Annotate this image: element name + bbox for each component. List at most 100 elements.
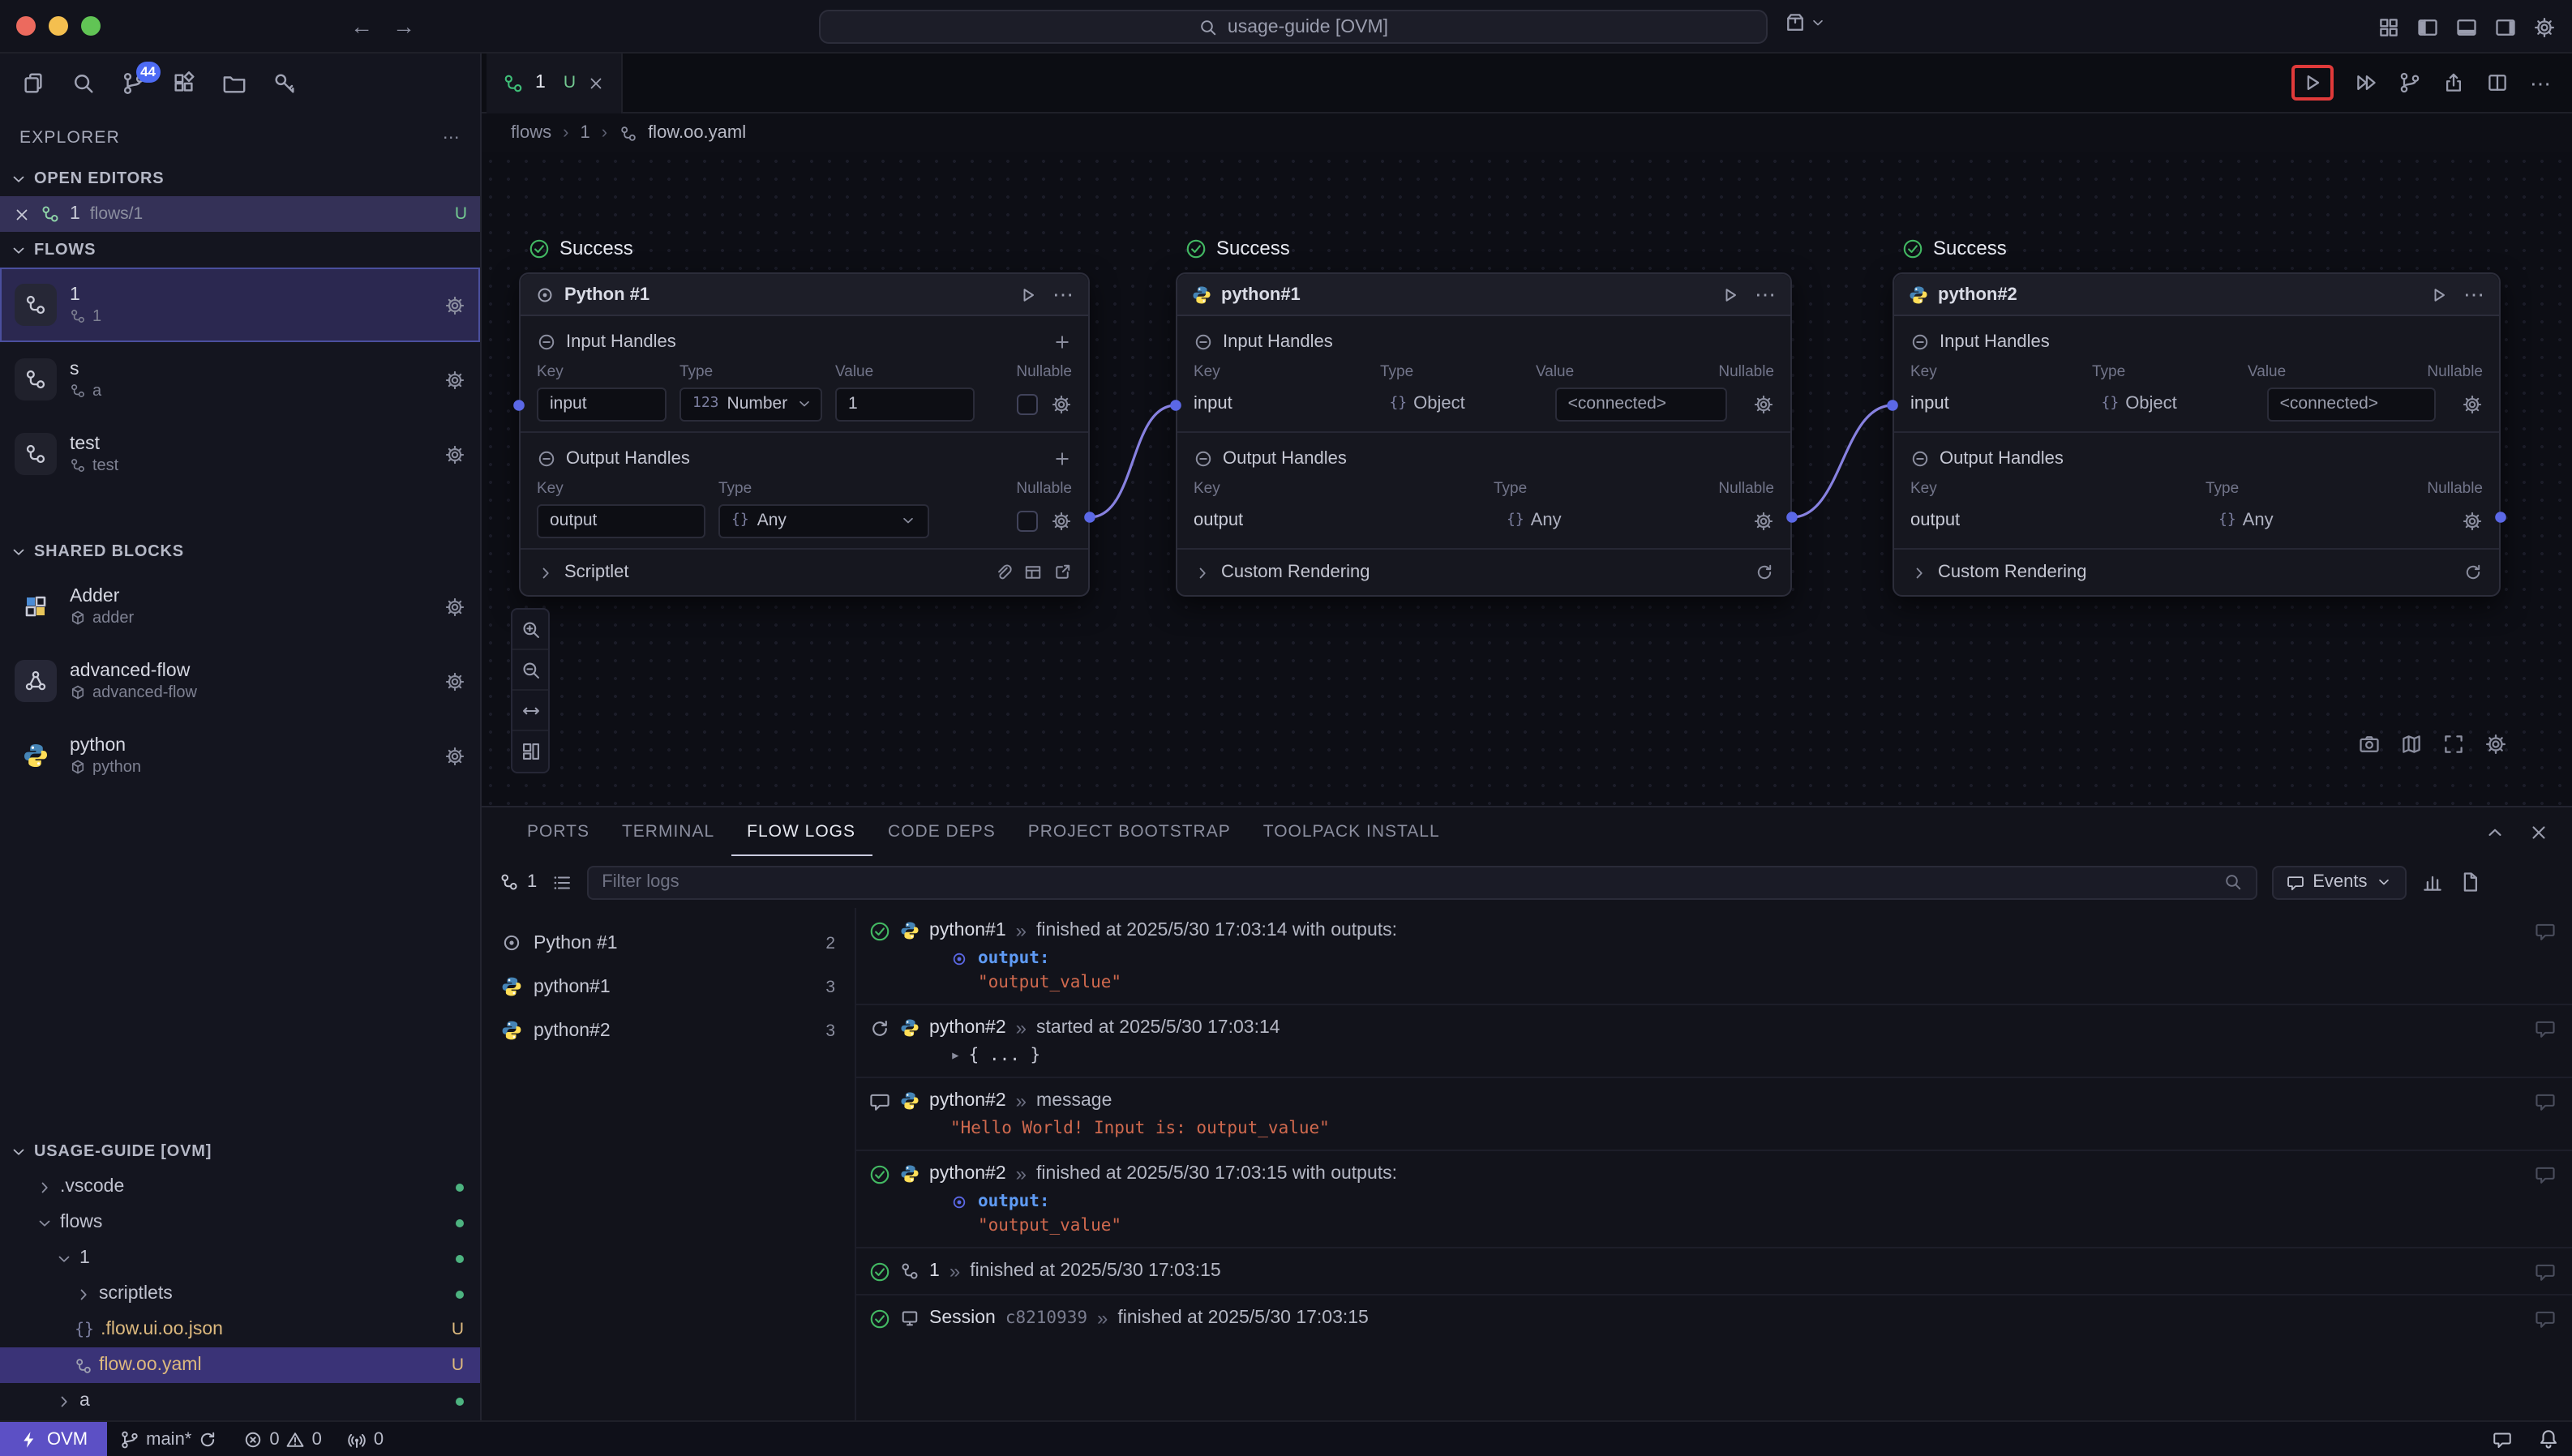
git-branch-item[interactable]: main* <box>107 1422 230 1456</box>
toggle-sidebar-right-icon[interactable] <box>2494 15 2517 38</box>
shared-block-python[interactable]: python python <box>0 718 480 793</box>
node-run-button[interactable] <box>2429 285 2449 304</box>
log-node-item-python2[interactable]: python#2 3 <box>482 1008 855 1052</box>
block-settings-icon[interactable] <box>444 596 465 617</box>
flow-list-item-s[interactable]: s a <box>0 342 480 417</box>
refresh-icon[interactable] <box>1755 563 1774 582</box>
log-entry[interactable]: python#2 » finished at 2025/5/30 17:03:1… <box>856 1150 2572 1247</box>
close-panel-icon[interactable] <box>2528 821 2549 842</box>
maximize-panel-icon[interactable] <box>2484 821 2506 842</box>
command-center-search[interactable]: usage-guide [OVM] <box>819 10 1768 44</box>
fit-view-button[interactable] <box>512 691 548 731</box>
graph-button[interactable] <box>2398 71 2421 94</box>
more-actions-button[interactable]: ⋯ <box>2530 72 2551 93</box>
log-entry[interactable]: Session c8210939 » finished at 2025/5/30… <box>856 1294 2572 1341</box>
flow-canvas[interactable]: Success Success Success Python #1 ⋯ Inpu… <box>482 152 2572 806</box>
tab-toolpack-install[interactable]: TOOLPACK INSTALL <box>1247 807 1456 856</box>
filter-logs-input[interactable] <box>602 872 2223 892</box>
events-dropdown[interactable]: Events <box>2272 865 2406 899</box>
tools-view-button[interactable] <box>268 67 300 100</box>
log-chart-icon[interactable] <box>2421 871 2444 893</box>
notifications-item[interactable] <box>2525 1422 2572 1456</box>
comment-icon[interactable] <box>2535 1308 2556 1330</box>
input-value-field[interactable] <box>835 387 975 421</box>
canvas-settings-icon[interactable] <box>2484 733 2507 756</box>
screenshot-icon[interactable] <box>2358 733 2381 756</box>
tree-item-1[interactable]: 1 <box>0 1240 480 1276</box>
flow-list-item-test[interactable]: test test <box>0 417 480 491</box>
node-more-button[interactable]: ⋯ <box>1052 284 1074 305</box>
flow-settings-icon[interactable] <box>444 294 465 315</box>
tab-code-deps[interactable]: CODE DEPS <box>872 807 1012 856</box>
collapse-section-icon[interactable] <box>537 332 556 352</box>
handle-settings-icon[interactable] <box>1051 393 1072 414</box>
log-list-view-icon[interactable] <box>551 871 572 893</box>
open-editors-header[interactable]: OPEN EDITORS <box>0 161 480 196</box>
input-type-select[interactable]: 123 Number <box>679 387 822 421</box>
flow-selector[interactable]: 1 <box>499 872 537 892</box>
comment-icon[interactable] <box>2535 1018 2556 1039</box>
node-run-button[interactable] <box>1721 285 1740 304</box>
export-log-icon[interactable] <box>2458 871 2481 893</box>
collapse-section-icon[interactable] <box>537 449 556 469</box>
scriptlet-section[interactable]: Scriptlet <box>521 550 1088 595</box>
workspace-section-header[interactable]: USAGE-GUIDE [OVM] <box>0 1133 480 1169</box>
feedback-item[interactable] <box>2480 1422 2525 1456</box>
log-entry[interactable]: 1 » finished at 2025/5/30 17:03:15 <box>856 1247 2572 1294</box>
output-key-field[interactable] <box>537 503 705 537</box>
breadcrumb-sub[interactable]: 1 <box>580 123 589 143</box>
handle-settings-icon[interactable] <box>1753 510 1774 531</box>
refresh-icon[interactable] <box>2463 563 2483 582</box>
customize-layout-icon[interactable] <box>2377 15 2400 38</box>
flow-node-python1[interactable]: python#1 ⋯ Input Handles Key Type Value … <box>1176 272 1792 597</box>
problems-item[interactable]: 0 0 <box>230 1422 335 1456</box>
breadcrumb-file[interactable]: flow.oo.yaml <box>648 123 746 143</box>
add-handle-button[interactable] <box>1052 449 1072 469</box>
attachment-icon[interactable] <box>994 563 1014 582</box>
connected-value-field[interactable]: <connected> <box>2267 387 2436 421</box>
search-view-button[interactable] <box>66 67 99 100</box>
open-external-icon[interactable] <box>1052 563 1072 582</box>
nullable-checkbox[interactable] <box>1017 510 1038 531</box>
ovm-status-item[interactable]: OVM <box>0 1422 107 1456</box>
flow-list-item-1[interactable]: 1 1 <box>0 268 480 342</box>
deploy-menu-button[interactable] <box>1784 11 1826 34</box>
split-editor-button[interactable] <box>2486 71 2509 94</box>
flow-settings-icon[interactable] <box>444 443 465 465</box>
nullable-checkbox[interactable] <box>1017 393 1038 414</box>
toggle-panel-icon[interactable] <box>2455 15 2478 38</box>
handle-settings-icon[interactable] <box>1753 393 1774 414</box>
tree-item-vscode[interactable]: .vscode <box>0 1169 480 1205</box>
custom-rendering-section[interactable]: Custom Rendering <box>1177 550 1790 595</box>
output-type-select[interactable]: {} Any <box>718 503 929 537</box>
zoom-in-button[interactable] <box>512 610 548 650</box>
ports-item[interactable]: 0 <box>335 1422 397 1456</box>
node-more-button[interactable]: ⋯ <box>2463 284 2484 305</box>
tree-item-flows[interactable]: flows <box>0 1205 480 1240</box>
node-more-button[interactable]: ⋯ <box>1755 284 1776 305</box>
log-entry[interactable]: python#2 » started at 2025/5/30 17:03:14… <box>856 1004 2572 1077</box>
comment-icon[interactable] <box>2535 1091 2556 1112</box>
custom-rendering-section[interactable]: Custom Rendering <box>1894 550 2499 595</box>
comment-icon[interactable] <box>2535 1261 2556 1283</box>
fullscreen-icon[interactable] <box>2442 733 2465 756</box>
tab-flow-logs[interactable]: FLOW LOGS <box>731 807 872 856</box>
settings-gear-icon[interactable] <box>2533 15 2556 38</box>
expandable-json[interactable]: ▸{ ... } <box>869 1039 2523 1065</box>
source-control-view-button[interactable]: 44 <box>117 67 149 100</box>
collapse-section-icon[interactable] <box>1910 449 1930 469</box>
collapse-section-icon[interactable] <box>1194 332 1213 352</box>
flow-node-python2[interactable]: python#2 ⋯ Input Handles Key Type Value … <box>1893 272 2501 597</box>
run-flow-button[interactable] <box>2301 71 2324 94</box>
tree-item-flow-ui-json[interactable]: {} .flow.ui.oo.json U <box>0 1312 480 1347</box>
minimize-window-button[interactable] <box>49 16 68 36</box>
handle-settings-icon[interactable] <box>1051 510 1072 531</box>
log-entry[interactable]: python#2 » message "Hello World! Input i… <box>856 1077 2572 1150</box>
tab-terminal[interactable]: TERMINAL <box>606 807 731 856</box>
tab-flow-1[interactable]: 1 U <box>487 53 623 113</box>
tree-item-a[interactable]: a <box>0 1383 480 1419</box>
navigate-back-button[interactable]: ← <box>350 13 373 39</box>
close-window-button[interactable] <box>16 16 36 36</box>
auto-layout-button[interactable] <box>512 731 548 772</box>
tree-item-flow-yaml[interactable]: flow.oo.yaml U <box>0 1347 480 1383</box>
